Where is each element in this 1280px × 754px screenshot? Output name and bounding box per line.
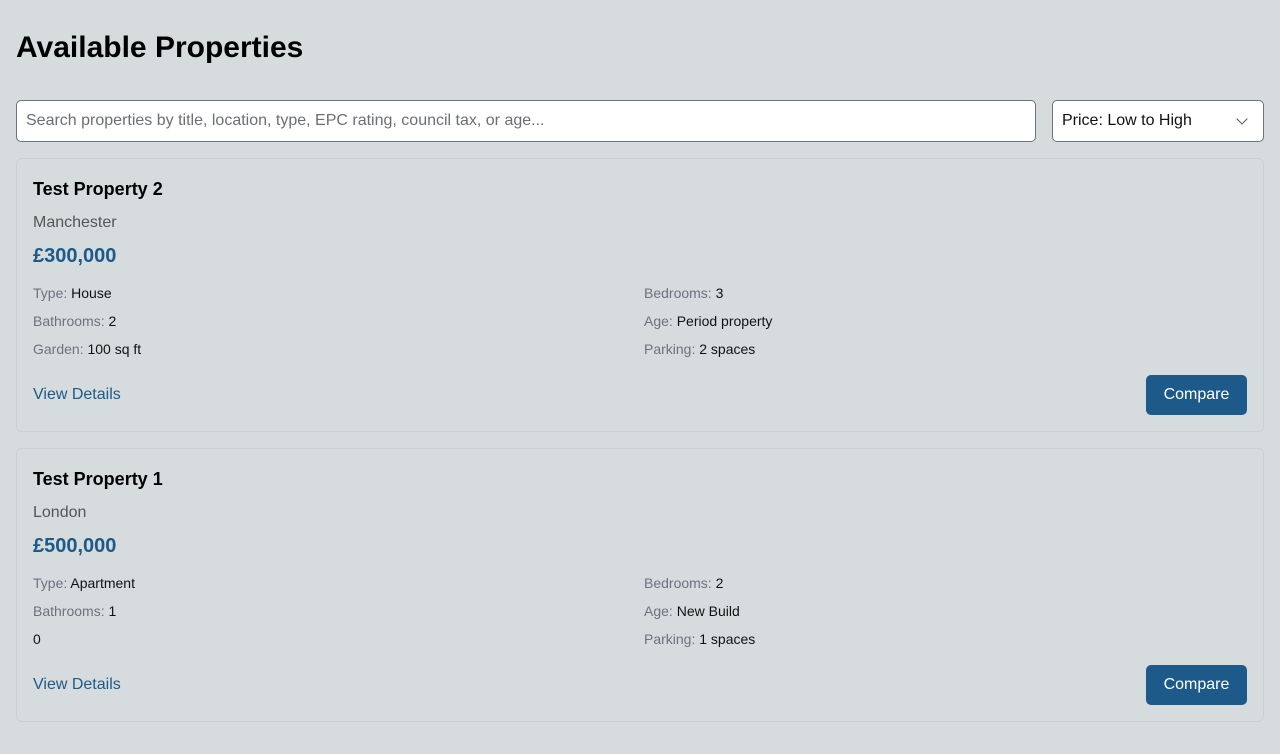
detail-value: Period property	[676, 313, 773, 329]
detail-label: Bathrooms:	[33, 313, 105, 329]
detail-bathrooms: Bathrooms: 2	[33, 313, 116, 329]
detail-label: Parking:	[644, 341, 696, 357]
detail-type: Type: House	[33, 285, 112, 301]
view-details-link[interactable]: View Details	[33, 676, 121, 694]
detail-age: Age: New Build	[644, 603, 740, 619]
property-location: London	[33, 504, 87, 521]
compare-button[interactable]: Compare	[1146, 665, 1247, 705]
detail-value: 1	[108, 603, 117, 619]
detail-value: 1 spaces	[699, 631, 756, 647]
detail-value: 0	[33, 631, 41, 647]
detail-label: Type:	[33, 575, 68, 591]
detail-label: Bathrooms:	[33, 603, 105, 619]
property-price: £300,000	[33, 245, 117, 267]
detail-label: Age:	[644, 313, 673, 329]
compare-button[interactable]: Compare	[1146, 375, 1247, 415]
detail-age: Age: Period property	[644, 313, 772, 329]
view-details-link[interactable]: View Details	[33, 386, 121, 404]
detail-value: House	[71, 285, 112, 301]
chevron-down-icon	[1236, 113, 1248, 125]
property-price: £500,000	[33, 535, 117, 557]
property-title: Test Property 2	[33, 179, 163, 199]
detail-parking: Parking: 2 spaces	[644, 341, 755, 357]
detail-parking: Parking: 1 spaces	[644, 631, 755, 647]
property-card: Test Property 2 Manchester £300,000 Type…	[16, 158, 1264, 432]
detail-label: Garden:	[33, 341, 84, 357]
detail-value: 2	[715, 575, 724, 591]
search-input[interactable]	[16, 100, 1036, 142]
detail-label: Bedrooms:	[644, 575, 712, 591]
detail-bathrooms: Bathrooms: 1	[33, 603, 116, 619]
detail-label: Type:	[33, 285, 68, 301]
detail-value: New Build	[676, 603, 740, 619]
detail-value: 2 spaces	[699, 341, 756, 357]
detail-value: 100 sq ft	[87, 341, 142, 357]
detail-type: Type: Apartment	[33, 575, 135, 591]
property-card: Test Property 1 London £500,000 Type: Ap…	[16, 448, 1264, 722]
page-title: Available Properties	[16, 31, 304, 64]
detail-label: Age:	[644, 603, 673, 619]
detail-bedrooms: Bedrooms: 3	[644, 285, 723, 301]
detail-bedrooms: Bedrooms: 2	[644, 575, 723, 591]
property-location: Manchester	[33, 214, 117, 231]
detail-label: Bedrooms:	[644, 285, 712, 301]
detail-garden: Garden: 100 sq ft	[33, 341, 141, 357]
detail-label: Parking:	[644, 631, 696, 647]
detail-garden: 0	[33, 631, 41, 647]
detail-value: Apartment	[70, 575, 135, 591]
sort-select[interactable]: Price: Low to High	[1052, 100, 1264, 142]
detail-value: 2	[108, 313, 117, 329]
detail-value: 3	[715, 285, 724, 301]
sort-selected-value: Price: Low to High	[1062, 112, 1192, 129]
property-title: Test Property 1	[33, 469, 163, 489]
